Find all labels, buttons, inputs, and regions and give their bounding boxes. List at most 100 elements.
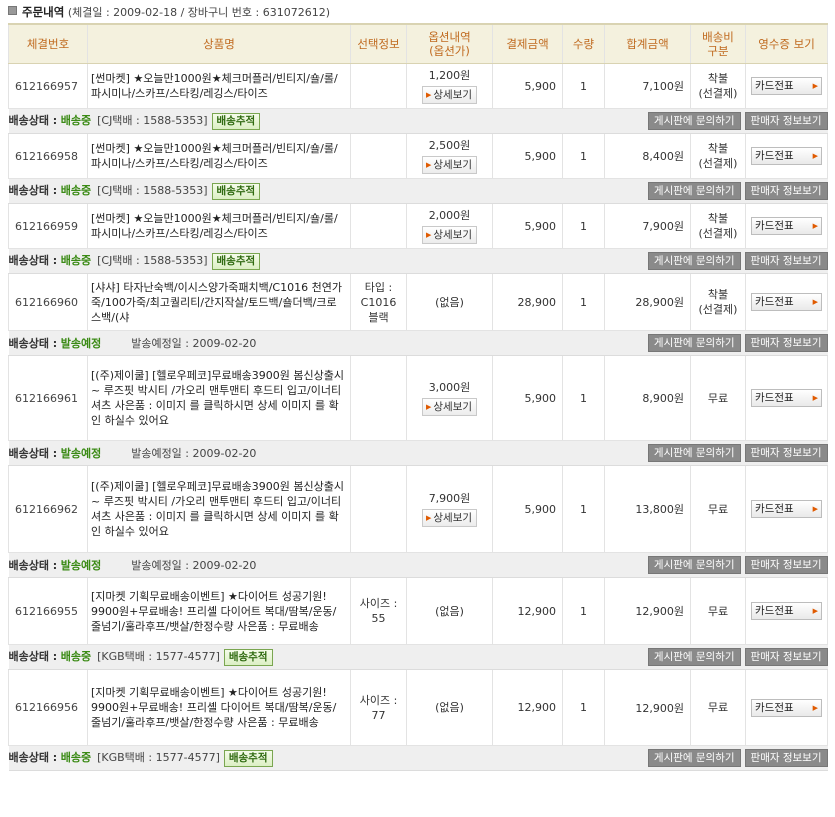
seller-info-button[interactable]: 판매자 정보보기 <box>744 556 828 574</box>
card-receipt-button[interactable]: 카드전표 ▶ <box>751 77 822 95</box>
seller-info-button[interactable]: 판매자 정보보기 <box>744 749 828 767</box>
option-price: (없음) <box>435 295 464 309</box>
table-row: 612166955 [지마켓 기획무료배송이벤트] ★다이어트 성공기원! 990… <box>8 577 828 645</box>
quantity: 1 <box>562 465 605 553</box>
seller-info-button[interactable]: 판매자 정보보기 <box>744 444 828 462</box>
detail-view-button[interactable]: ▶ 상세보기 <box>421 509 478 527</box>
arrow-right-icon: ▶ <box>425 91 432 99</box>
product-name[interactable]: [지마켓 기획무료배송이벤트] ★다이어트 성공기원! 9900원+무료배송! … <box>87 669 351 746</box>
status-actions: 게시판에 문의하기 판매자 정보보기 <box>492 644 828 670</box>
board-inquiry-button[interactable]: 게시판에 문의하기 <box>647 334 741 352</box>
seller-info-button[interactable]: 판매자 정보보기 <box>744 182 828 200</box>
product-name[interactable]: [샤샤] 타자난숙백/이시스양가죽패치백/C1016 천연가죽/100가죽/최고… <box>87 273 351 331</box>
detail-view-button[interactable]: ▶ 상세보기 <box>421 156 478 174</box>
shipping-status-cell: 배송상태 : 배송중 [CJ택배 : 1588-5353] 배송추적 <box>8 178 493 204</box>
track-delivery-button[interactable]: 배송추적 <box>223 649 273 666</box>
track-delivery-button[interactable]: 배송추적 <box>223 750 273 767</box>
table-row: 612166958 [썬마켓] ★오늘만1000원★체크머플러/빈티지/숄/롤/파… <box>8 133 828 179</box>
card-receipt-button[interactable]: 카드전표 ▶ <box>751 147 822 165</box>
seller-info-button[interactable]: 판매자 정보보기 <box>744 112 828 130</box>
arrow-right-icon: ▶ <box>812 152 818 160</box>
detail-view-button[interactable]: ▶ 상세보기 <box>421 398 478 416</box>
board-inquiry-button[interactable]: 게시판에 문의하기 <box>647 444 741 462</box>
product-name[interactable]: [썬마켓] ★오늘만1000원★체크머플러/빈티지/숄/롤/파시미나/스카프/스… <box>87 133 351 179</box>
status-label: 배송상태 : <box>8 184 58 197</box>
track-delivery-button[interactable]: 배송추적 <box>211 183 261 200</box>
product-name-text[interactable]: [지마켓 기획무료배송이벤트] ★다이어트 성공기원! 9900원+무료배송! … <box>91 590 336 633</box>
select-info <box>350 63 407 109</box>
detail-view-button[interactable]: ▶ 상세보기 <box>421 226 478 244</box>
board-inquiry-button[interactable]: 게시판에 문의하기 <box>647 556 741 574</box>
order-table-body: 612166957 [썬마켓] ★오늘만1000원★체크머플러/빈티지/숄/롤/파… <box>8 63 828 771</box>
product-name[interactable]: [썬마켓] ★오늘만1000원★체크머플러/빈티지/숄/롤/파시미나/스카프/스… <box>87 63 351 109</box>
paid-amount: 5,900 <box>492 133 563 179</box>
shipping-type: 무료 <box>690 669 746 746</box>
receipt-cell: 카드전표 ▶ <box>745 669 828 746</box>
order-number: 612166961 <box>8 355 88 441</box>
detail-view-button[interactable]: ▶ 상세보기 <box>421 86 478 104</box>
card-receipt-button[interactable]: 카드전표 ▶ <box>751 217 822 235</box>
seller-info-button[interactable]: 판매자 정보보기 <box>744 648 828 666</box>
product-name-text[interactable]: [(주)제이쿨] [헬로우페코]무료배송3900원 봄신상출시~ 루즈핏 박시티… <box>91 480 344 538</box>
arrow-right-icon: ▶ <box>425 514 432 522</box>
status-label: 배송상태 : <box>8 559 58 572</box>
select-info <box>350 465 407 553</box>
shipping-type-line1: 착불 <box>707 212 729 225</box>
quantity: 1 <box>562 63 605 109</box>
board-inquiry-button[interactable]: 게시판에 문의하기 <box>647 182 741 200</box>
col-product: 상품명 <box>87 23 351 64</box>
board-inquiry-button[interactable]: 게시판에 문의하기 <box>647 252 741 270</box>
product-name[interactable]: [(주)제이쿨] [헬로우페코]무료배송3900원 봄신상출시~ 루즈핏 박시티… <box>87 465 351 553</box>
status-value: 발송예정 <box>60 447 102 460</box>
select-info: 사이즈 : 55 <box>350 577 407 645</box>
status-label: 배송상태 : <box>8 447 58 460</box>
status-value: 발송예정 <box>60 337 102 350</box>
product-name-text[interactable]: [썬마켓] ★오늘만1000원★체크머플러/빈티지/숄/롤/파시미나/스카프/스… <box>91 212 338 240</box>
col-shipping-line1: 배송비 <box>702 30 734 44</box>
option-cell: (없음) <box>406 273 493 331</box>
track-delivery-button[interactable]: 배송추적 <box>211 113 261 130</box>
total-amount: 13,800원 <box>604 465 691 553</box>
shipping-status-row: 배송상태 : 배송중 [CJ택배 : 1588-5353] 배송추적 게시판에 문의하… <box>8 248 828 274</box>
product-name[interactable]: [(주)제이쿨] [헬로우페코]무료배송3900원 봄신상출시~ 루즈핏 박시티… <box>87 355 351 441</box>
product-name-text[interactable]: [지마켓 기획무료배송이벤트] ★다이어트 성공기원! 9900원+무료배송! … <box>91 686 336 729</box>
product-name-text[interactable]: [샤샤] 타자난숙백/이시스양가죽패치백/C1016 천연가죽/100가죽/최고… <box>91 281 342 324</box>
status-value: 배송중 <box>60 184 92 197</box>
board-inquiry-button[interactable]: 게시판에 문의하기 <box>647 112 741 130</box>
status-label: 배송상태 : <box>8 114 58 127</box>
arrow-right-icon: ▶ <box>812 82 818 90</box>
order-number: 612166957 <box>8 63 88 109</box>
table-row: 612166959 [썬마켓] ★오늘만1000원★체크머플러/빈티지/숄/롤/파… <box>8 203 828 249</box>
track-delivery-button[interactable]: 배송추적 <box>211 253 261 270</box>
seller-info-button[interactable]: 판매자 정보보기 <box>744 334 828 352</box>
status-value: 배송중 <box>60 650 92 663</box>
product-name[interactable]: [썬마켓] ★오늘만1000원★체크머플러/빈티지/숄/롤/파시미나/스카프/스… <box>87 203 351 249</box>
board-inquiry-button[interactable]: 게시판에 문의하기 <box>647 648 741 666</box>
shipping-type-line1: 무료 <box>707 604 729 618</box>
product-name[interactable]: [지마켓 기획무료배송이벤트] ★다이어트 성공기원! 9900원+무료배송! … <box>87 577 351 645</box>
courier-info: [KGB택배 : 1577-4577] <box>97 751 220 764</box>
card-receipt-label: 카드전표 <box>755 150 794 162</box>
ship-date: 발송예정일 : 2009-02-20 <box>131 559 257 572</box>
shipping-type-line1: 무료 <box>707 391 729 405</box>
product-name-text[interactable]: [썬마켓] ★오늘만1000원★체크머플러/빈티지/숄/롤/파시미나/스카프/스… <box>91 72 338 100</box>
product-name-text[interactable]: [(주)제이쿨] [헬로우페코]무료배송3900원 봄신상출시~ 루즈핏 박시티… <box>91 369 344 427</box>
board-inquiry-button[interactable]: 게시판에 문의하기 <box>647 749 741 767</box>
table-row: 612166957 [썬마켓] ★오늘만1000원★체크머플러/빈티지/숄/롤/파… <box>8 63 828 109</box>
bullet-icon <box>8 6 17 15</box>
status-actions: 게시판에 문의하기 판매자 정보보기 <box>492 178 828 204</box>
card-receipt-button[interactable]: 카드전표 ▶ <box>751 293 822 311</box>
select-info: 사이즈 : 77 <box>350 669 407 746</box>
card-receipt-button[interactable]: 카드전표 ▶ <box>751 500 822 518</box>
total-amount: 7,100원 <box>604 63 691 109</box>
card-receipt-button[interactable]: 카드전표 ▶ <box>751 698 822 717</box>
col-select-info: 선택정보 <box>350 23 407 64</box>
select-info <box>350 133 407 179</box>
product-name-text[interactable]: [썬마켓] ★오늘만1000원★체크머플러/빈티지/숄/롤/파시미나/스카프/스… <box>91 142 338 170</box>
shipping-type-line2: (선결제) <box>698 157 738 170</box>
card-receipt-button[interactable]: 카드전표 ▶ <box>751 389 822 407</box>
option-price: 1,200원 <box>428 69 471 82</box>
seller-info-button[interactable]: 판매자 정보보기 <box>744 252 828 270</box>
quantity: 1 <box>562 577 605 645</box>
card-receipt-button[interactable]: 카드전표 ▶ <box>751 602 822 620</box>
